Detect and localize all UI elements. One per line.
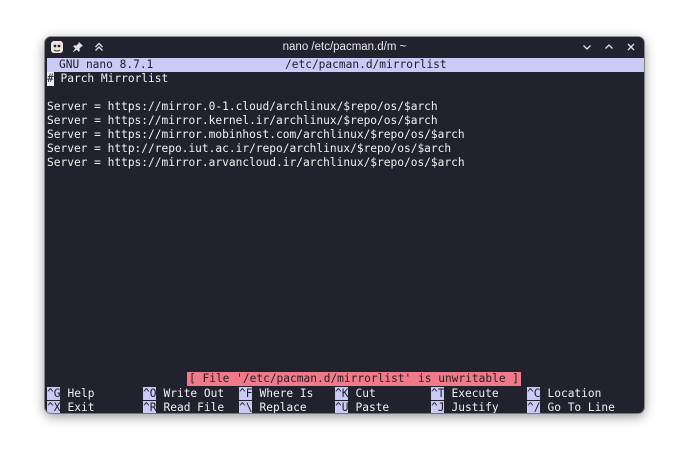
- shortcut-key: ^/: [527, 401, 541, 413]
- text-cursor: #: [47, 72, 54, 86]
- nano-version: GNU nano 8.7.1: [59, 58, 154, 71]
- shortcut-label: Paste: [355, 401, 390, 413]
- shortcut-label: Cut: [355, 387, 376, 400]
- shortcut-where-is[interactable]: ^F Where Is: [239, 387, 313, 401]
- shortcut-replace[interactable]: ^\ Replace: [239, 401, 307, 413]
- editor-line-6[interactable]: Server = http://repo.iut.ac.ir/repo/arch…: [47, 142, 451, 156]
- terminal-app-icon[interactable]: [50, 40, 64, 54]
- shortcut-label: Where Is: [259, 387, 314, 400]
- line-text-1: Parch Mirrorlist: [53, 72, 169, 85]
- shortcut-label: Go To Line: [547, 401, 615, 413]
- shortcut-execute[interactable]: ^T Execute: [431, 387, 499, 401]
- shortcut-justify[interactable]: ^J Justify: [431, 401, 499, 413]
- pin-icon[interactable]: [71, 40, 85, 54]
- title-bar[interactable]: nano /etc/pacman.d/m ~: [45, 37, 644, 57]
- shortcut-exit[interactable]: ^X Exit: [47, 401, 94, 413]
- shortcut-key: ^R: [143, 401, 157, 413]
- shortcut-go-to-line[interactable]: ^/ Go To Line: [527, 401, 615, 413]
- shortcut-location[interactable]: ^C Location: [527, 387, 601, 401]
- shortcut-write-out[interactable]: ^O Write Out: [143, 387, 224, 401]
- shortcut-label: Location: [547, 387, 602, 400]
- shortcut-key: ^J: [431, 401, 445, 413]
- shortcut-label: Replace: [259, 401, 307, 413]
- status-message: [ File '/etc/pacman.d/mirrorlist' is unw…: [187, 372, 522, 386]
- keep-above-icon[interactable]: [92, 40, 106, 54]
- shortcut-label: Justify: [451, 401, 499, 413]
- shortcut-paste[interactable]: ^U Paste: [335, 401, 389, 413]
- shortcut-key: ^X: [47, 401, 61, 413]
- editor-line-7[interactable]: Server = https://mirror.arvancloud.ir/ar…: [47, 156, 465, 170]
- file-name: /etc/pacman.d/mirrorlist: [285, 58, 447, 71]
- close-icon[interactable]: [624, 40, 638, 54]
- terminal-area[interactable]: GNU nano 8.7.1 /etc/pacman.d/mirrorlist …: [45, 57, 644, 413]
- shortcut-label: Write Out: [163, 387, 225, 400]
- editor-line-3[interactable]: Server = https://mirror.0-1.cloud/archli…: [47, 100, 438, 114]
- shortcut-label: Execute: [451, 387, 499, 400]
- shortcut-key: ^U: [335, 401, 349, 413]
- shortcut-key: ^G: [47, 387, 61, 400]
- maximize-icon[interactable]: [602, 40, 616, 54]
- editor-line-4[interactable]: Server = https://mirror.kernel.ir/archli…: [47, 114, 438, 128]
- shortcut-key: ^T: [431, 387, 445, 400]
- shortcut-key: ^\: [239, 401, 253, 413]
- shortcut-label: Exit: [67, 401, 95, 413]
- nano-header-bar: GNU nano 8.7.1 /etc/pacman.d/mirrorlist: [47, 58, 644, 72]
- window-title: nano /etc/pacman.d/m ~: [282, 41, 407, 53]
- shortcut-help[interactable]: ^G Help: [47, 387, 94, 401]
- minimize-icon[interactable]: [580, 40, 594, 54]
- terminal-window: nano /etc/pacman.d/m ~ GNU nano 8.7.1 /e…: [45, 37, 644, 413]
- editor-line-1[interactable]: # Parch Mirrorlist: [47, 72, 168, 86]
- shortcut-label: Read File: [163, 401, 225, 413]
- shortcut-read-file[interactable]: ^R Read File: [143, 401, 224, 413]
- shortcut-cut[interactable]: ^K Cut: [335, 387, 376, 401]
- shortcut-key: ^K: [335, 387, 349, 400]
- shortcut-key: ^F: [239, 387, 253, 400]
- shortcut-key: ^C: [527, 387, 541, 400]
- shortcut-key: ^O: [143, 387, 157, 400]
- shortcut-label: Help: [67, 387, 95, 400]
- editor-line-5[interactable]: Server = https://mirror.mobinhost.com/ar…: [47, 128, 465, 142]
